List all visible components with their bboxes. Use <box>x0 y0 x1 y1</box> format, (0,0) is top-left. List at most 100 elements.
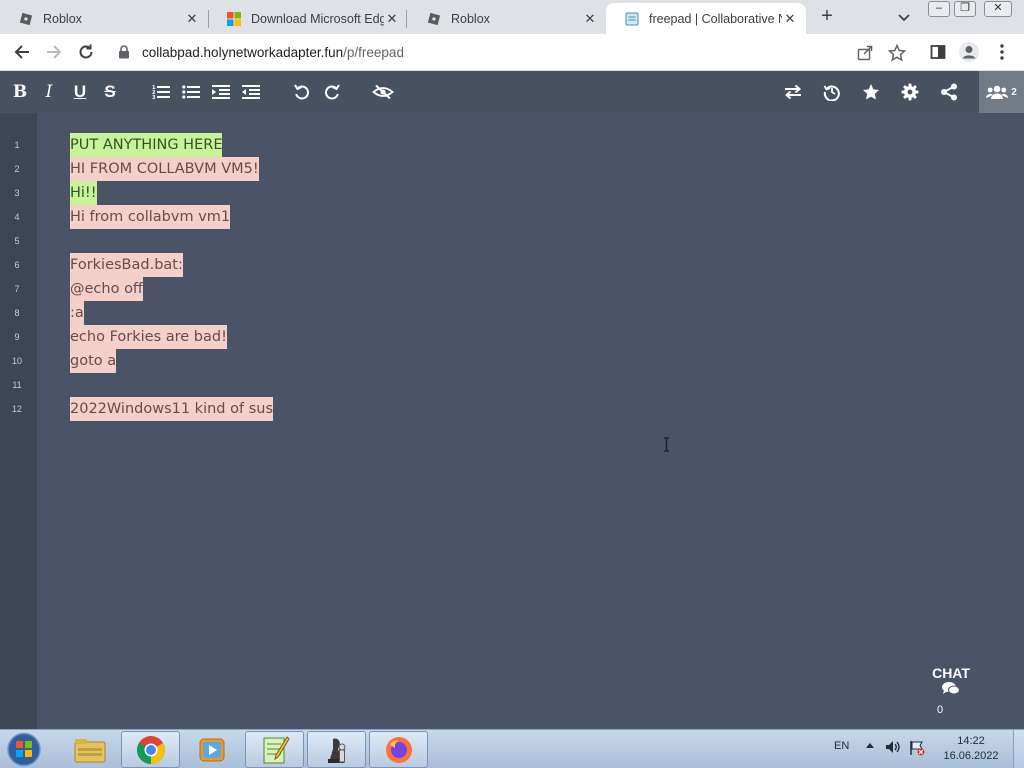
tab-roblox-1[interactable]: Roblox ✕ <box>0 3 208 34</box>
undo-icon <box>294 84 309 100</box>
arrow-right-icon <box>47 45 62 59</box>
new-tab-button[interactable]: + <box>814 5 840 29</box>
taskbar-media-player[interactable] <box>182 731 241 768</box>
clock-time: 14:22 <box>957 735 985 747</box>
italic-button[interactable]: I <box>38 81 60 103</box>
taskbar-chess[interactable] <box>307 731 366 768</box>
tab-search-chevron-icon[interactable] <box>893 8 915 28</box>
media-player-icon <box>199 738 224 761</box>
kebab-menu-icon <box>1000 44 1004 60</box>
tab-close-button[interactable]: ✕ <box>184 11 200 27</box>
share-icon <box>941 83 957 101</box>
editor-line[interactable]: HI FROM COLLABVM VM5! <box>70 157 259 181</box>
forward-button[interactable] <box>43 41 65 63</box>
text-cursor-icon <box>664 437 669 452</box>
back-button[interactable] <box>11 41 33 63</box>
roblox-icon <box>427 12 441 25</box>
chat-button[interactable]: CHAT 0 <box>928 665 974 716</box>
editor-line[interactable]: :a <box>70 301 84 325</box>
line-number: 2 <box>14 164 20 174</box>
chat-unread-count: 0 <box>936 704 944 716</box>
editor-line[interactable]: echo Forkies are bad! <box>70 325 227 349</box>
bold-button[interactable]: B <box>9 81 31 103</box>
system-clock[interactable]: 14:22 16.06.2022 <box>938 734 1004 764</box>
input-language[interactable]: EN <box>834 740 849 752</box>
line-number: 7 <box>14 284 20 294</box>
taskbar-firefox[interactable] <box>369 731 428 768</box>
bookmark-star-icon[interactable] <box>888 44 906 62</box>
share-page-icon[interactable] <box>856 44 874 62</box>
editor-line[interactable]: Hi!! <box>70 181 97 205</box>
unordered-list-button[interactable] <box>180 81 202 103</box>
import-export-button[interactable] <box>782 81 804 103</box>
users-count: 2 <box>1011 86 1017 98</box>
editor-line[interactable]: ForkiesBad.bat: <box>70 253 183 277</box>
users-button[interactable]: 2 <box>979 71 1024 113</box>
swap-arrows-icon <box>784 84 802 100</box>
url-host: collabpad.holynetworkadapter.fun <box>142 45 344 60</box>
line-number: 10 <box>11 356 22 366</box>
editor-line[interactable]: goto a <box>70 349 117 373</box>
tray-overflow-button[interactable] <box>865 740 875 754</box>
chat-bubbles-icon <box>942 682 960 695</box>
tab-roblox-2[interactable]: Roblox ✕ <box>408 3 606 34</box>
address-bar[interactable]: collabpad.holynetworkadapter.fun/p/freep… <box>108 38 918 67</box>
line-number: 1 <box>14 140 20 150</box>
arrow-left-icon <box>14 45 29 59</box>
profile-button[interactable] <box>958 41 980 63</box>
windows-taskbar: EN 14:22 16.06.2022 <box>0 729 1024 768</box>
browser-menu-button[interactable] <box>991 41 1013 63</box>
line-number: 5 <box>14 236 20 246</box>
explorer-icon <box>74 738 105 762</box>
volume-button[interactable] <box>885 740 901 757</box>
editor-line[interactable]: Hi from collabvm vm1 <box>70 205 231 229</box>
tab-close-button[interactable]: ✕ <box>582 11 598 27</box>
taskbar-chrome[interactable] <box>121 731 180 768</box>
line-number: 4 <box>14 212 20 222</box>
pad-editor[interactable]: PUT ANYTHING HERE HI FROM COLLABVM VM5! … <box>37 113 1024 729</box>
window-restore-button[interactable]: ❐ <box>954 1 976 17</box>
svg-text:3: 3 <box>152 95 156 100</box>
chrome-icon <box>136 735 165 764</box>
notepad-plus-icon <box>263 735 290 763</box>
editor-line[interactable]: @echo off <box>70 277 143 301</box>
indent-button[interactable] <box>210 81 232 103</box>
share-button[interactable] <box>938 81 960 103</box>
url-text: collabpad.holynetworkadapter.fun/p/freep… <box>142 45 404 60</box>
settings-button[interactable] <box>899 81 921 103</box>
saved-revision-button[interactable] <box>860 81 882 103</box>
taskbar-notepad-plus[interactable] <box>245 731 304 768</box>
lock-icon[interactable] <box>118 45 130 59</box>
tab-close-button[interactable]: ✕ <box>782 11 798 27</box>
side-panel-button[interactable] <box>927 41 949 63</box>
start-button[interactable] <box>4 731 46 768</box>
profile-avatar-icon <box>959 42 979 62</box>
clear-authorship-button[interactable] <box>371 81 395 103</box>
reload-button[interactable] <box>75 41 97 63</box>
window-minimize-button[interactable]: – <box>928 1 950 17</box>
redo-button[interactable] <box>321 81 343 103</box>
strikethrough-button[interactable]: S <box>99 81 121 103</box>
tab-close-button[interactable]: ✕ <box>384 11 400 27</box>
window-close-button[interactable]: ✕ <box>984 1 1012 17</box>
editor-line[interactable]: 2022Windows11 kind of sus <box>70 397 273 421</box>
taskbar-explorer[interactable] <box>60 731 119 768</box>
line-number: 11 <box>12 380 22 390</box>
editor-line[interactable]: PUT ANYTHING HERE <box>70 133 223 157</box>
ordered-list-button[interactable]: 123 <box>150 81 172 103</box>
action-center-button[interactable] <box>909 740 925 759</box>
editor-toolbar: B I U S 123 2 <box>0 71 1024 113</box>
show-desktop-button[interactable] <box>1013 730 1024 768</box>
underline-button[interactable]: U <box>69 81 91 103</box>
tab-freepad[interactable]: freepad | Collaborative N ✕ <box>606 3 806 34</box>
line-number: 6 <box>14 260 20 270</box>
star-icon <box>863 84 879 100</box>
undo-button[interactable] <box>291 81 313 103</box>
tab-download-edge[interactable]: Download Microsoft Edge ✕ <box>208 3 408 34</box>
unordered-list-icon <box>182 85 200 99</box>
outdent-button[interactable] <box>240 81 262 103</box>
browser-toolbar: collabpad.holynetworkadapter.fun/p/freep… <box>0 34 1024 71</box>
line-number: 9 <box>14 332 20 342</box>
chevron-up-icon <box>866 743 874 748</box>
timeslider-button[interactable] <box>821 81 843 103</box>
